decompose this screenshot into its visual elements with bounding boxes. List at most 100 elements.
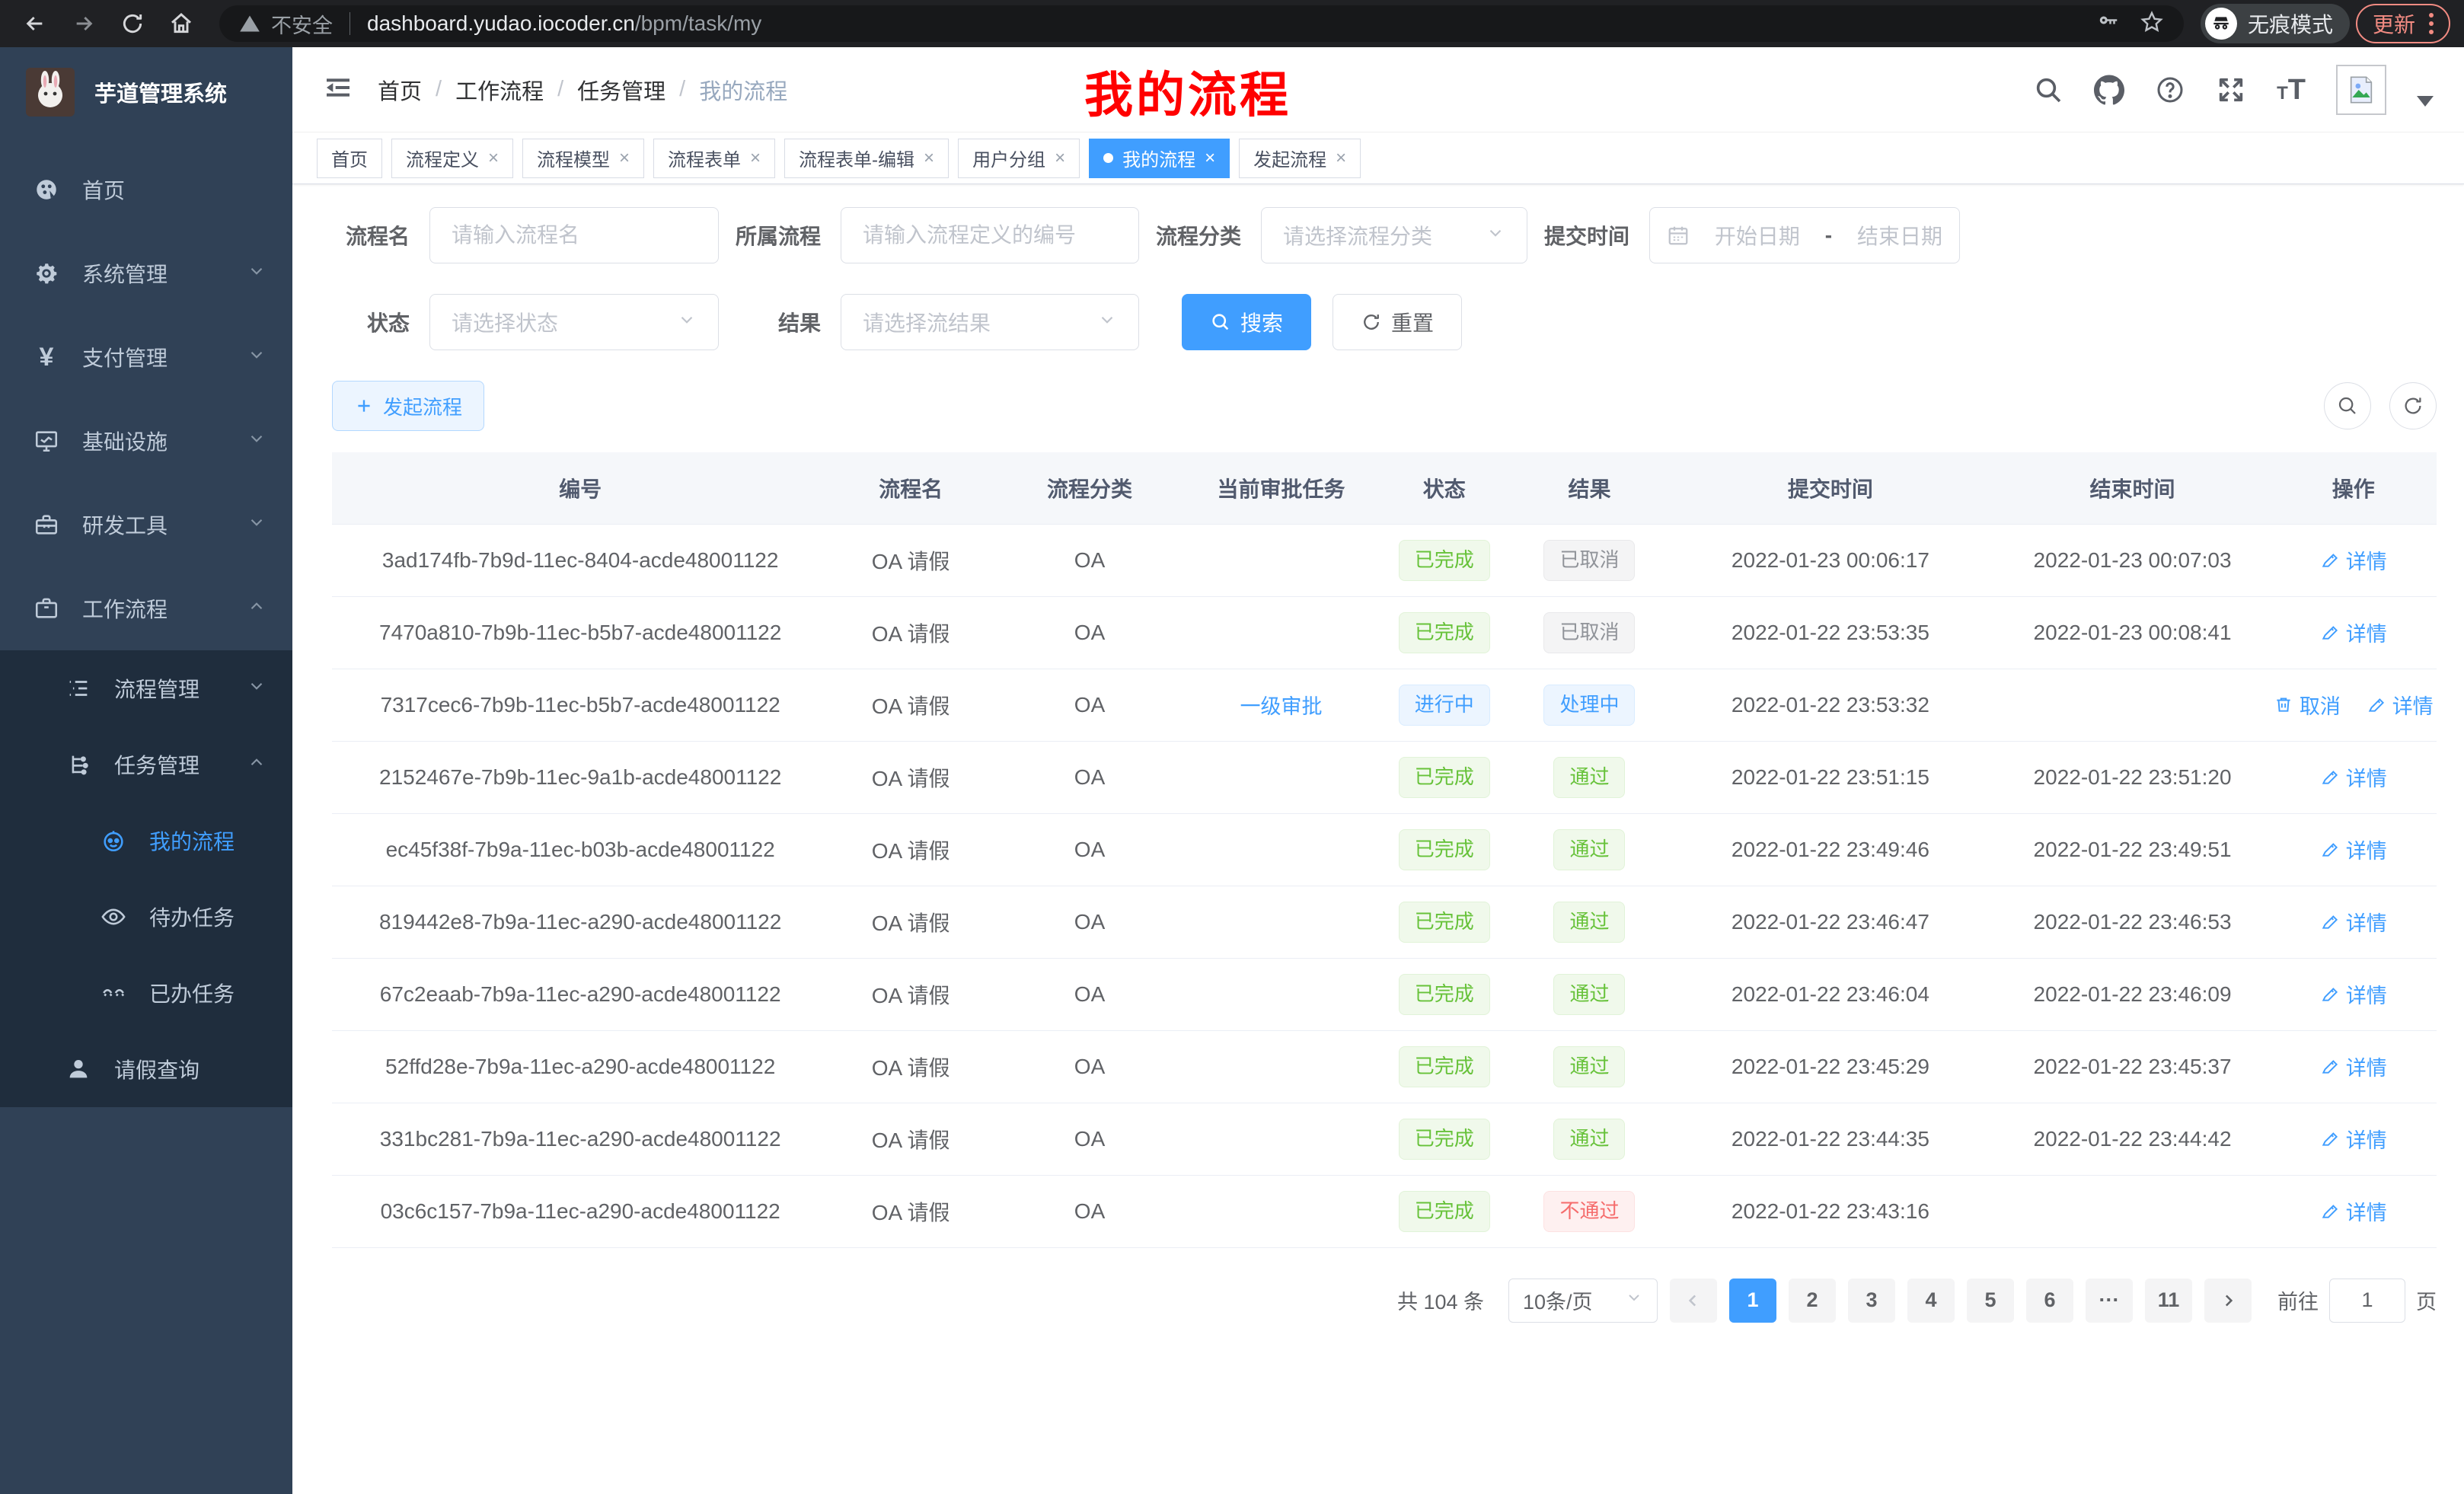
close-icon[interactable]: ×: [1336, 149, 1346, 168]
close-icon[interactable]: ×: [750, 149, 761, 168]
sidebar-toggle-icon[interactable]: [323, 72, 353, 107]
prev-page-button[interactable]: [1670, 1279, 1717, 1323]
sidebar-item-infra[interactable]: 基础设施: [0, 399, 292, 483]
tab-process-form[interactable]: 流程表单×: [653, 139, 775, 178]
page-size-select[interactable]: 10条/页: [1508, 1279, 1658, 1323]
close-icon[interactable]: ×: [488, 149, 499, 168]
page-button-4[interactable]: 4: [1907, 1279, 1955, 1323]
close-icon[interactable]: ×: [1205, 149, 1215, 168]
github-icon[interactable]: [2094, 75, 2124, 105]
end-date-placeholder[interactable]: 结束日期: [1857, 220, 1942, 251]
tab-user-group[interactable]: 用户分组×: [958, 139, 1080, 178]
toolbox-icon: [34, 512, 59, 538]
breadcrumb-separator: /: [436, 77, 442, 102]
detail-link[interactable]: 详情: [2320, 1196, 2387, 1226]
user-icon: [65, 1056, 91, 1082]
page-button-6[interactable]: 6: [2026, 1279, 2073, 1323]
sidebar-item-leave-query[interactable]: 请假查询: [0, 1031, 292, 1107]
reset-button[interactable]: 重置: [1333, 294, 1462, 350]
avatar[interactable]: [2336, 65, 2386, 115]
table-row: 67c2eaab-7b9a-11ec-a290-acde48001122 OA …: [332, 958, 2437, 1030]
detail-link[interactable]: 详情: [2320, 907, 2387, 937]
start-process-button[interactable]: 发起流程: [332, 381, 484, 431]
refresh-button[interactable]: [2389, 382, 2437, 429]
process-category-select[interactable]: 请选择流程分类: [1261, 207, 1527, 263]
sidebar-item-label: 首页: [82, 174, 125, 205]
fullscreen-icon[interactable]: [2216, 75, 2246, 105]
goto-page-input[interactable]: [2329, 1279, 2405, 1323]
close-icon[interactable]: ×: [924, 149, 934, 168]
forward-icon[interactable]: [62, 2, 105, 45]
cell-id: 7470a810-7b9b-11ec-b5b7-acde48001122: [332, 596, 828, 669]
cancel-link[interactable]: 取消: [2274, 690, 2341, 720]
font-size-icon[interactable]: TT: [2277, 75, 2306, 104]
submit-time-range-picker[interactable]: 开始日期 - 结束日期: [1649, 207, 1960, 263]
help-icon[interactable]: [2155, 75, 2185, 105]
page-more-button[interactable]: ···: [2086, 1279, 2133, 1323]
sidebar-item-task-mgmt[interactable]: 任务管理: [0, 726, 292, 803]
detail-link[interactable]: 详情: [2320, 1052, 2387, 1081]
breadcrumb-task-mgmt[interactable]: 任务管理: [577, 74, 665, 106]
home-icon[interactable]: [160, 2, 203, 45]
tab-home[interactable]: 首页: [317, 139, 382, 178]
sidebar-item-payment[interactable]: ¥ 支付管理: [0, 315, 292, 399]
gear-icon: [34, 260, 59, 286]
menu-dots-icon[interactable]: [2429, 13, 2434, 34]
cell-task: [1186, 741, 1376, 813]
start-date-placeholder[interactable]: 开始日期: [1715, 220, 1800, 251]
page-button-5[interactable]: 5: [1967, 1279, 2014, 1323]
close-icon[interactable]: ×: [619, 149, 630, 168]
detail-link[interactable]: 详情: [2320, 979, 2387, 1009]
process-name-field[interactable]: [452, 223, 697, 247]
caret-down-icon[interactable]: [2417, 96, 2434, 107]
detail-link[interactable]: 详情: [2320, 545, 2387, 575]
reload-icon[interactable]: [111, 2, 154, 45]
address-bar[interactable]: 不安全 dashboard.yudao.iocoder.cn/bpm/task/…: [219, 5, 2184, 42]
tab-my-process[interactable]: 我的流程×: [1089, 139, 1230, 178]
logo-row[interactable]: 芋道管理系统: [0, 47, 292, 137]
bookmark-star-icon[interactable]: [2140, 10, 2164, 38]
sidebar-item-workflow[interactable]: 工作流程: [0, 567, 292, 650]
sidebar-item-todo-tasks[interactable]: 待办任务: [0, 879, 292, 955]
tab-start-process[interactable]: 发起流程×: [1239, 139, 1361, 178]
breadcrumb-workflow[interactable]: 工作流程: [455, 74, 544, 106]
sidebar-item-home[interactable]: 首页: [0, 148, 292, 231]
sidebar-item-done-tasks[interactable]: 已办任务: [0, 955, 292, 1031]
toggle-search-button[interactable]: [2324, 382, 2371, 429]
tab-process-definition[interactable]: 流程定义×: [391, 139, 513, 178]
detail-link[interactable]: 详情: [2320, 762, 2387, 792]
process-name-input[interactable]: [429, 207, 719, 263]
search-button[interactable]: 搜索: [1182, 294, 1311, 350]
page-button-1[interactable]: 1: [1729, 1279, 1776, 1323]
page-button-11[interactable]: 11: [2145, 1279, 2192, 1323]
key-icon[interactable]: [2097, 11, 2120, 37]
sidebar-item-system[interactable]: 系统管理: [0, 231, 292, 315]
sidebar-item-devtools[interactable]: 研发工具: [0, 483, 292, 567]
process-definition-field[interactable]: [863, 223, 1117, 247]
tab-process-form-edit[interactable]: 流程表单-编辑×: [784, 139, 949, 178]
tab-process-model[interactable]: 流程模型×: [522, 139, 644, 178]
cell-id: 52ffd28e-7b9a-11ec-a290-acde48001122: [332, 1030, 828, 1103]
task-link[interactable]: 一级审批: [1240, 690, 1323, 720]
page-button-2[interactable]: 2: [1789, 1279, 1836, 1323]
back-icon[interactable]: [14, 2, 56, 45]
result-select[interactable]: 请选择流结果: [841, 294, 1139, 350]
detail-link[interactable]: 详情: [2320, 618, 2387, 647]
detail-link[interactable]: 详情: [2367, 690, 2434, 720]
detail-link[interactable]: 详情: [2320, 1124, 2387, 1154]
sidebar-item-process-mgmt[interactable]: 流程管理: [0, 650, 292, 726]
status-badge: 已完成: [1399, 612, 1490, 653]
page-button-3[interactable]: 3: [1848, 1279, 1895, 1323]
next-page-button[interactable]: [2204, 1279, 2252, 1323]
cell-name: OA 请假: [828, 1175, 993, 1247]
process-definition-input[interactable]: [841, 207, 1139, 263]
status-select[interactable]: 请选择状态: [429, 294, 719, 350]
breadcrumb-current: 我的流程: [699, 74, 787, 106]
update-button[interactable]: 更新: [2356, 4, 2450, 43]
close-icon[interactable]: ×: [1055, 149, 1065, 168]
detail-link[interactable]: 详情: [2320, 835, 2387, 864]
sidebar-item-my-process[interactable]: 我的流程: [0, 803, 292, 879]
breadcrumb-home[interactable]: 首页: [378, 74, 422, 106]
search-icon[interactable]: [2033, 75, 2063, 105]
search-button-label: 搜索: [1240, 307, 1283, 337]
